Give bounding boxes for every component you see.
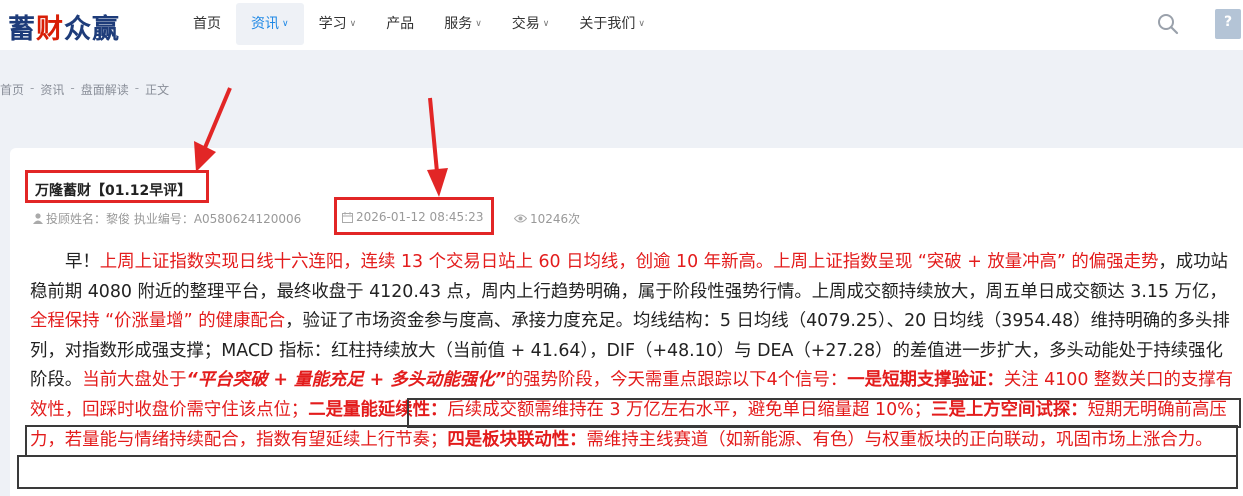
nav-item-1[interactable]: 资讯 ∨ <box>236 3 304 45</box>
title-highlight-box <box>25 170 209 203</box>
nav-label: 首页 <box>193 16 221 32</box>
logo-text-3: 众赢 <box>64 14 120 45</box>
nav-item-2[interactable]: 学习 ∨ <box>304 3 372 45</box>
signal-highlight-box-1 <box>407 398 1241 428</box>
nav-label: 资讯 <box>251 16 279 32</box>
nav-label: 学习 <box>318 16 347 32</box>
logo-text-2: 财 <box>36 14 64 45</box>
nav-label: 交易 <box>511 16 540 32</box>
nav-item-0[interactable]: 首页 <box>178 3 236 45</box>
nav-label: 关于我们 <box>579 16 636 32</box>
breadcrumb-separator: - <box>134 81 140 95</box>
advisor-text: 投顾姓名：黎俊 执业编号：A0580624120006 <box>46 212 302 226</box>
nav-item-4[interactable]: 服务 ∨ <box>429 3 497 45</box>
search-icon[interactable] <box>1156 12 1180 36</box>
chevron-down-icon: ∨ <box>475 19 482 29</box>
breadcrumb-item[interactable]: 首页 <box>0 81 24 98</box>
nav-item-3[interactable]: 产品 <box>371 3 429 45</box>
signal-highlight-box-3 <box>17 455 1238 489</box>
view-count: 10246次 <box>514 210 580 227</box>
breadcrumb-separator: - <box>30 81 35 95</box>
datetime-highlight-box <box>334 197 494 235</box>
breadcrumb-separator: - <box>70 81 75 95</box>
breadcrumb: 首页 - 资讯 - 盘面解读 - 正文 <box>0 81 169 98</box>
nav-item-6[interactable]: 关于我们 ∨ <box>564 3 660 45</box>
user-icon <box>33 213 43 224</box>
chevron-down-icon: ∨ <box>282 19 289 29</box>
main-nav: 首页 资讯 ∨ 学习 ∨ 产品 服务 ∨ 交易 ∨ 关于我们 ∨ <box>178 3 660 45</box>
breadcrumb-item[interactable]: 盘面解读 <box>81 81 129 98</box>
chevron-down-icon: ∨ <box>542 19 550 29</box>
signal-highlight-box-2 <box>25 425 1238 457</box>
greeting-text: 早！ <box>65 252 100 272</box>
breadcrumb-item[interactable]: 资讯 <box>40 81 64 98</box>
body-red-2: 全程保持 “价涨量增” 的健康配合 <box>30 311 286 332</box>
advisor-info: 投顾姓名：黎俊 执业编号：A0580624120006 <box>33 210 301 227</box>
top-navbar: 蓄财众赢 首页 资讯 ∨ 学习 ∨ 产品 服务 ∨ 交易 ∨ 关于我们 ∨ ? <box>0 0 1243 50</box>
body-red-1: 上周上证指数实现日线十六连阳，连续 13 个交易日站上 60 日均线，创逾 10… <box>99 252 1159 272</box>
logo-text-1: 蓄 <box>8 14 36 45</box>
avatar-placeholder-icon: ? <box>1223 14 1233 30</box>
site-logo[interactable]: 蓄财众赢 <box>8 7 120 46</box>
body-emphasis: “平台突破 + 量能充足 + 多头动能强化” <box>186 370 506 391</box>
avatar[interactable]: ? <box>1215 9 1241 39</box>
views-text: 10246次 <box>530 212 581 226</box>
chevron-down-icon: ∨ <box>349 19 357 29</box>
nav-label: 产品 <box>386 16 415 32</box>
chevron-down-icon: ∨ <box>638 19 645 29</box>
body-red-3: 当前大盘处于 <box>82 370 187 391</box>
breadcrumb-item: 正文 <box>145 83 170 97</box>
nav-label: 服务 <box>444 16 473 32</box>
eye-icon <box>514 214 527 223</box>
nav-item-5[interactable]: 交易 ∨ <box>497 3 565 45</box>
signal-1-title: 一是短期支撑验证： <box>847 370 1004 391</box>
body-red-4: 的强势阶段，今天需重点跟踪以下4个信号： <box>505 370 848 391</box>
